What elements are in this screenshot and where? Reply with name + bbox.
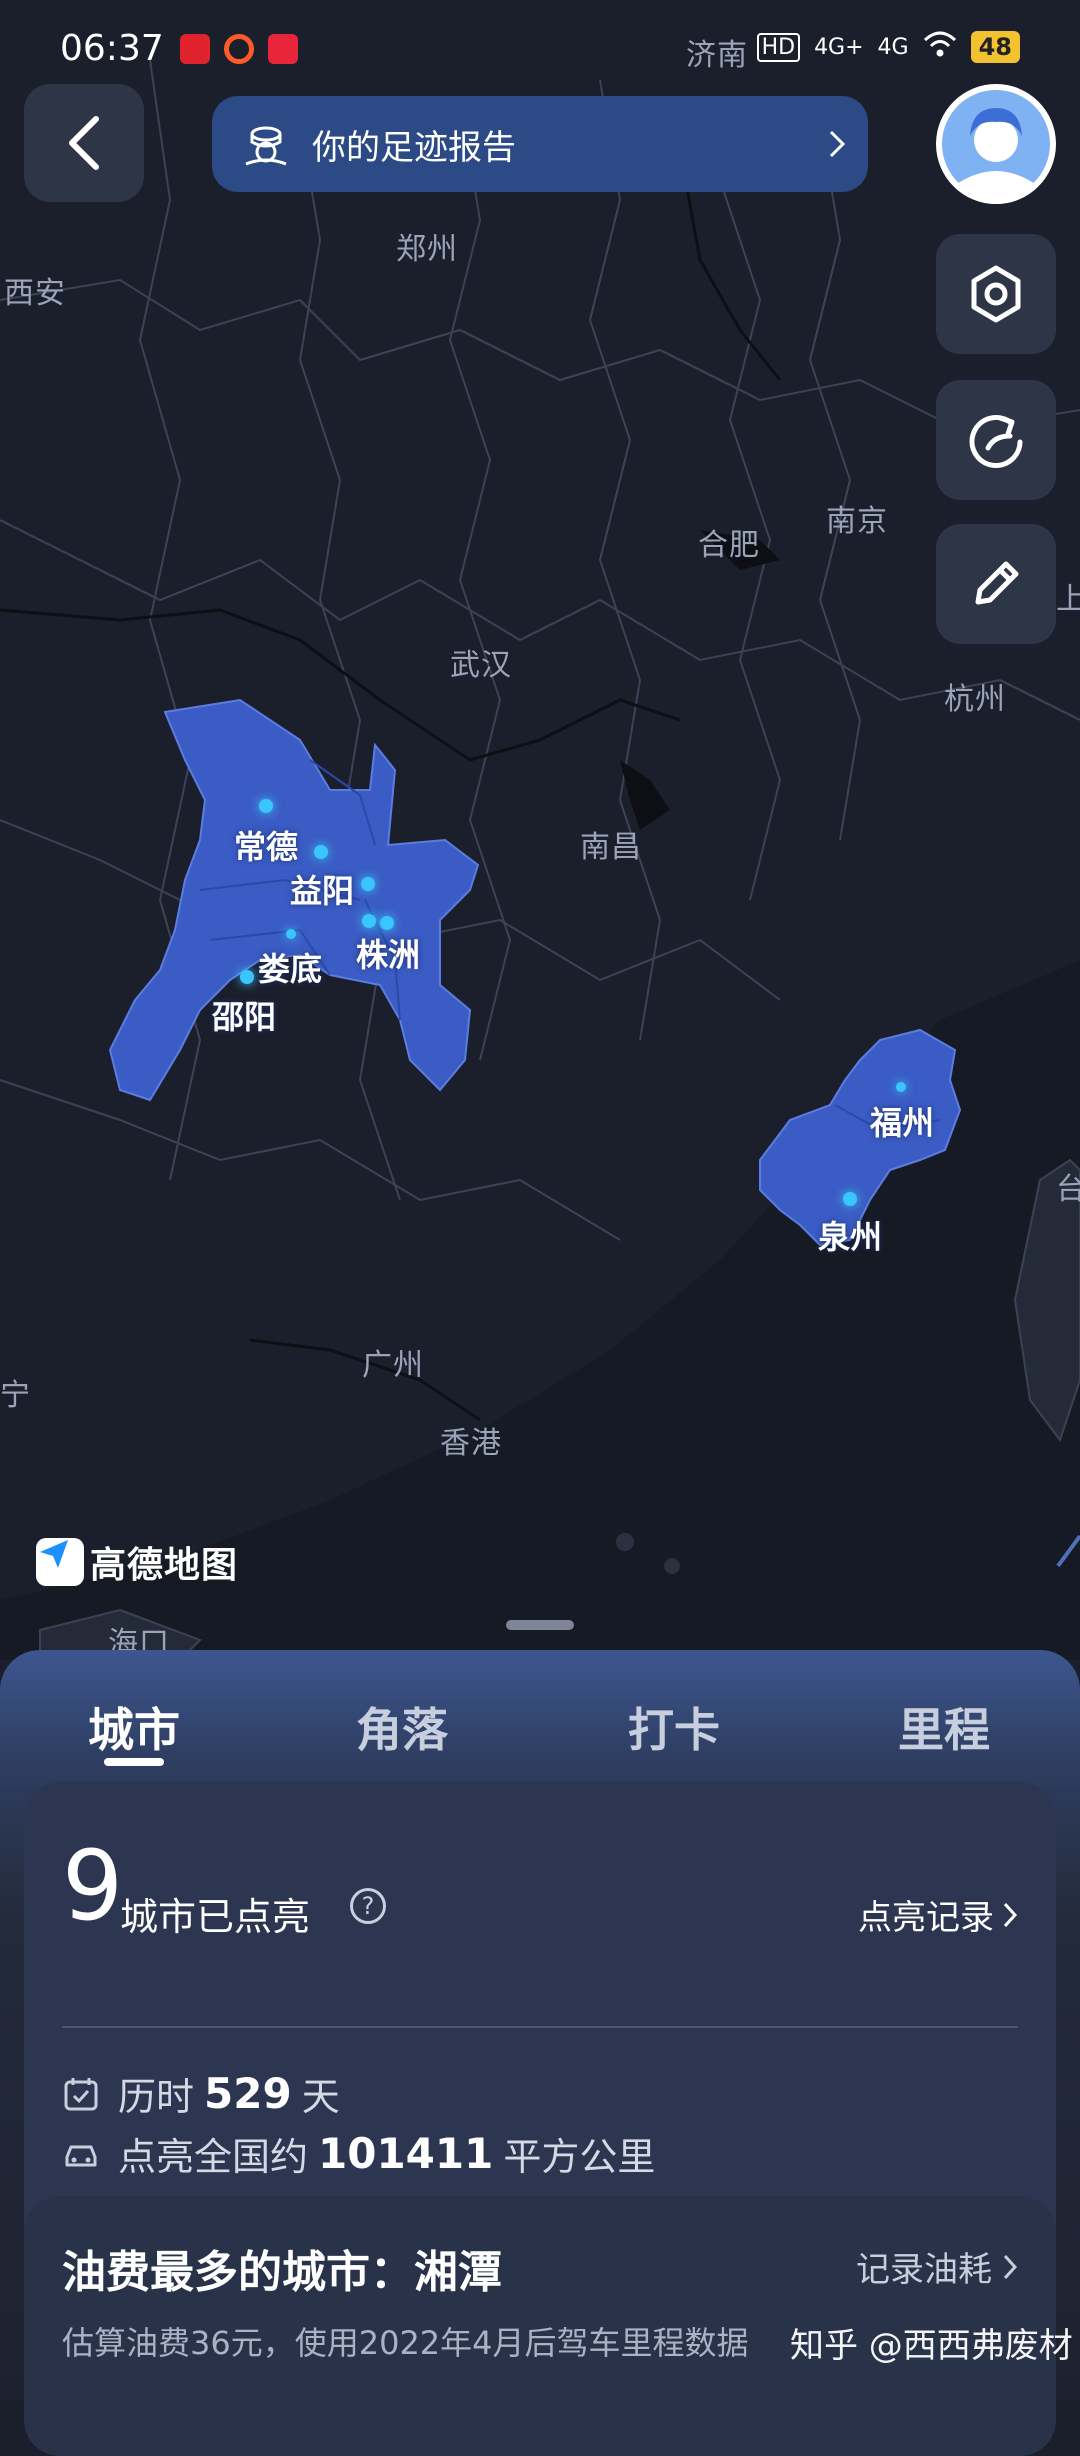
city-dot-quanzhou[interactable]	[843, 1192, 857, 1206]
hexagon-settings-icon	[971, 265, 1021, 323]
city-dot-loudi[interactable]	[286, 929, 296, 939]
city-dot-xiangtan[interactable]	[361, 877, 375, 891]
city-label-zhuzhou[interactable]: 株洲	[356, 930, 420, 976]
report-label: 你的足迹报告	[312, 127, 516, 168]
city-label-changde[interactable]: 常德	[234, 822, 298, 868]
pencil-icon	[975, 561, 1019, 605]
map-dot	[616, 1533, 634, 1551]
battery-indicator: 48	[970, 31, 1020, 63]
record-fuel-label: 记录油耗	[856, 2250, 992, 2290]
city-label-fuzhou[interactable]: 福州	[870, 1098, 934, 1144]
city-dot-zhuzhou[interactable]	[380, 916, 394, 930]
days-suffix: 天	[301, 2075, 340, 2119]
days-value: 529	[204, 2069, 292, 2118]
calendar-check-icon	[64, 2077, 98, 2110]
signal-4gplus-icon: 4G+	[814, 34, 864, 60]
city-dot-changde[interactable]	[259, 799, 273, 813]
area-prefix: 点亮全国约	[118, 2135, 309, 2179]
footprint-map[interactable]: 济南 郑州 西安 合肥 南京 上 武汉 杭州 南昌 台 宁 广州 香港 海口 常…	[0, 0, 1080, 1660]
map-canvas	[0, 59, 1080, 1660]
city-label-shaoyang[interactable]: 邵阳	[212, 992, 276, 1038]
tab-mileage[interactable]: 里程	[898, 1694, 990, 1760]
status-indicators: HD 4G+ 4G 48	[756, 30, 1020, 64]
share-button[interactable]	[936, 380, 1056, 500]
footprint-report-button[interactable]: 你的足迹报告	[212, 96, 868, 192]
tab-city[interactable]: 城市	[88, 1694, 180, 1760]
chevron-right-icon	[1003, 2254, 1018, 2279]
label-wuhan: 武汉	[450, 648, 512, 683]
label-xian: 西安	[4, 276, 66, 311]
fuel-title: 油费最多的城市：湘潭	[62, 2247, 502, 2298]
tab-checkin[interactable]: 打卡	[628, 1694, 720, 1760]
chevron-right-icon	[829, 130, 846, 158]
brand-text: 高德地图	[90, 1545, 239, 1586]
label-zhengzhou: 郑州	[396, 232, 458, 267]
tmall-icon	[268, 34, 298, 64]
tab-bar: 城市 角落 打卡 里程	[0, 1650, 1080, 1780]
label-nanning: 宁	[0, 1378, 31, 1413]
label-hangzhou: 杭州	[944, 682, 1006, 717]
label-hefei: 合肥	[698, 528, 760, 563]
fuel-description: 估算油费36元，使用2022年4月后驾车里程数据	[62, 2324, 749, 2362]
chevron-left-icon	[69, 116, 99, 170]
edit-button[interactable]	[936, 524, 1056, 644]
wifi-icon	[923, 30, 957, 64]
days-prefix: 历时	[118, 2075, 195, 2119]
card-divider	[62, 2026, 1018, 2028]
city-count-label: 城市已点亮	[120, 1895, 311, 1939]
city-dot-shaoyang[interactable]	[240, 970, 254, 984]
tab-corner[interactable]: 角落	[356, 1694, 448, 1760]
active-tab-indicator	[104, 1758, 164, 1766]
amap-brand: 高德地图	[36, 1536, 238, 1588]
amap-logo-icon	[36, 1538, 84, 1586]
chevron-right-icon	[1003, 1902, 1018, 1927]
avatar-image	[942, 90, 1050, 204]
car-icon	[65, 2145, 97, 2166]
label-hongkong: 香港	[440, 1426, 502, 1461]
status-bar: 06:37 HD 4G+ 4G 48	[0, 0, 1080, 100]
record-fuel-link[interactable]: 记录油耗	[856, 2242, 1018, 2291]
user-avatar[interactable]	[936, 84, 1056, 204]
city-dot-yiyang[interactable]	[314, 845, 328, 859]
settings-button[interactable]	[936, 234, 1056, 354]
map-dot	[664, 1558, 680, 1574]
label-shanghai: 上	[1056, 582, 1080, 617]
city-dot-fuzhou[interactable]	[896, 1082, 906, 1092]
area-value: 101411	[318, 2129, 494, 2178]
city-label-yiyang[interactable]: 益阳	[290, 866, 354, 912]
share-icon	[969, 415, 1023, 468]
explorer-hat-icon	[245, 126, 287, 166]
label-taiwan: 台	[1056, 1172, 1080, 1207]
city-label-quanzhou[interactable]: 泉州	[818, 1212, 882, 1258]
city-label-loudi[interactable]: 娄底	[258, 944, 322, 990]
area-stat: 点亮全国约 101411 平方公里	[62, 2126, 655, 2181]
zhihu-watermark: 知乎 @西西弗废材	[790, 2326, 1073, 2366]
label-nanjing: 南京	[826, 504, 888, 539]
signal-4g-icon: 4G	[877, 34, 909, 60]
sheet-drag-handle[interactable]	[506, 1620, 574, 1630]
city-dot-changsha[interactable]	[362, 914, 376, 928]
area-suffix: 平方公里	[503, 2135, 656, 2179]
lit-record-link[interactable]: 点亮记录	[858, 1890, 1018, 1939]
city-count: 9	[62, 1830, 124, 1942]
stats-sheet: 城市 角落 打卡 里程 9 城市已点亮 ? 点亮记录 历时 529 天 点亮全国…	[0, 1650, 1080, 2456]
lit-record-label: 点亮记录	[858, 1898, 994, 1938]
days-stat: 历时 529 天	[62, 2066, 340, 2121]
help-icon[interactable]: ?	[350, 1888, 386, 1924]
hd-icon: HD	[756, 32, 801, 62]
back-button[interactable]	[24, 84, 144, 202]
label-guangzhou: 广州	[362, 1348, 424, 1383]
label-nanchang: 南昌	[580, 830, 642, 865]
music-ring-icon	[224, 34, 254, 64]
netease-music-icon	[180, 34, 210, 64]
status-time: 06:37	[60, 28, 164, 69]
